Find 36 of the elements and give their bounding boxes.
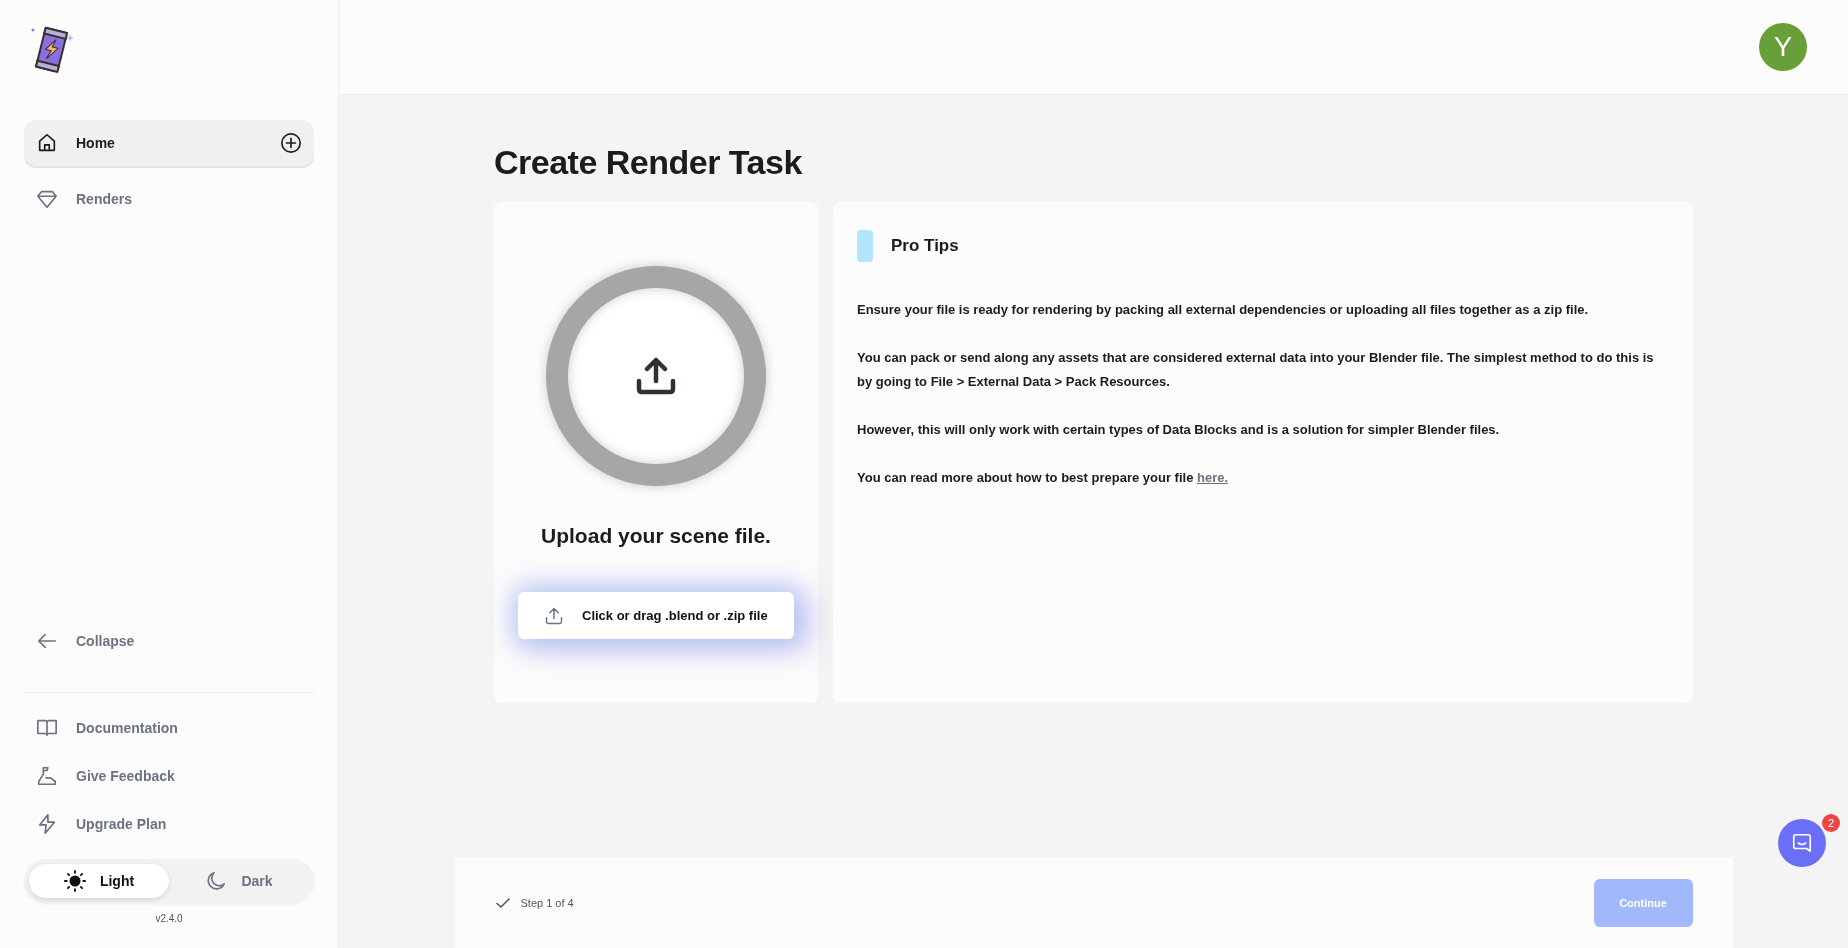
home-icon xyxy=(36,132,58,154)
book-icon xyxy=(36,717,58,739)
chat-button[interactable] xyxy=(1778,819,1826,867)
upload-heading: Upload your scene file. xyxy=(541,524,771,548)
tips-marker xyxy=(857,230,873,262)
diamond-icon xyxy=(36,188,58,210)
sidebar-link[interactable]: Upgrade Plan xyxy=(24,801,314,847)
collapse-button[interactable]: Collapse xyxy=(24,618,314,664)
step-label: Step 1 of 4 xyxy=(520,897,574,909)
upload-icon xyxy=(544,605,564,626)
tip-paragraph: Ensure your file is ready for rendering by packing all external dependencies or uploading all files together as a zip file. xyxy=(857,301,1590,319)
link[interactable]: here. xyxy=(1197,470,1229,485)
nav-item[interactable]: Renders xyxy=(24,176,314,222)
theme-option[interactable]: Light xyxy=(29,864,169,898)
notification-badge: 2 xyxy=(1822,814,1840,832)
flask-icon xyxy=(36,765,58,787)
tips-title: Pro Tips xyxy=(891,236,959,256)
lightning-icon xyxy=(36,813,58,835)
add-icon[interactable] xyxy=(280,132,302,154)
page-title: Create Render Task xyxy=(494,143,803,182)
logo-icon xyxy=(30,24,74,76)
tip-paragraph: However, this will only work with certain types of Data Blocks and is a solution for simpler Blender files. xyxy=(857,421,1501,439)
tip-paragraph: You can pack or send along any assets that are considered external data into your Blender file. The simplest method to do this is by going to File > External Data > Pack Resources. xyxy=(857,349,1655,391)
moon-icon xyxy=(205,870,228,892)
upload-icon xyxy=(635,357,677,395)
check-icon xyxy=(494,895,511,911)
avatar[interactable]: Y xyxy=(1759,23,1807,71)
tip-paragraph: You can read more about how to best prepare your file here. xyxy=(857,469,1230,487)
nav-item[interactable]: Home xyxy=(24,120,314,166)
chat-icon xyxy=(1791,832,1813,854)
sidebar-link[interactable]: Documentation xyxy=(24,705,314,751)
theme-option[interactable]: Dark xyxy=(169,864,309,898)
sidebar-link[interactable]: Give Feedback xyxy=(24,753,314,799)
upload-button[interactable]: Click or drag .blend or .zip file xyxy=(518,592,794,639)
sun-icon xyxy=(63,870,86,892)
version-label: v2.4.0 xyxy=(154,913,184,924)
